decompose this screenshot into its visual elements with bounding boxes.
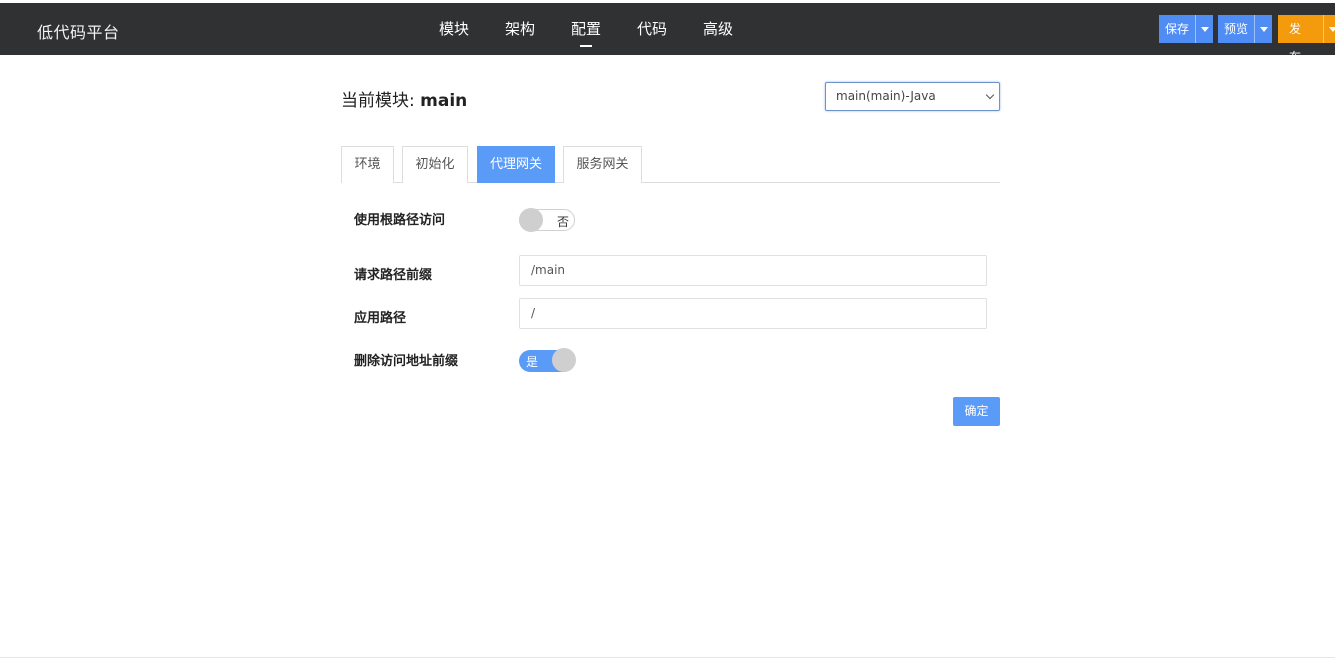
page-title: 当前模块: main: [341, 86, 467, 111]
preview-button-group: 预览: [1218, 15, 1273, 43]
toggle-text: 是: [526, 355, 539, 369]
request-path-prefix-input[interactable]: /main: [519, 255, 987, 286]
main-nav: 模块 架构 配置 代码 高级: [421, 0, 751, 55]
save-dropdown-caret-icon[interactable]: [1195, 15, 1213, 43]
request-path-prefix-label: 请求路径前缀: [354, 268, 433, 283]
toggle-knob: [519, 208, 543, 232]
tab-proxy-gateway[interactable]: 代理网关: [477, 146, 555, 183]
save-button-group: 保存: [1159, 15, 1214, 43]
chevron-down-icon: [985, 90, 995, 100]
nav-item-advanced[interactable]: 高级: [685, 0, 751, 55]
use-root-path-toggle[interactable]: 否: [519, 208, 575, 232]
bottom-divider: [0, 657, 1335, 658]
strip-prefix-toggle[interactable]: 是: [519, 348, 576, 372]
toggle-text: 否: [556, 215, 569, 229]
app-path-input[interactable]: /: [519, 298, 987, 329]
tab-service-gateway[interactable]: 服务网关: [563, 146, 642, 183]
confirm-button[interactable]: 确定: [953, 397, 1000, 426]
preview-dropdown-caret-icon[interactable]: [1254, 15, 1272, 43]
page-title-prefix: 当前模块:: [341, 91, 415, 111]
tab-initialization[interactable]: 初始化: [402, 146, 468, 183]
tab-environment[interactable]: 环境: [341, 146, 394, 183]
preview-button[interactable]: 预览: [1218, 15, 1254, 43]
publish-button-group: 发布: [1278, 15, 1335, 64]
save-button[interactable]: 保存: [1159, 15, 1195, 43]
publish-button[interactable]: 发布: [1278, 15, 1323, 64]
strip-prefix-label: 删除访问地址前缀: [354, 354, 459, 369]
nav-item-code[interactable]: 代码: [619, 0, 685, 55]
app-path-label: 应用路径: [354, 311, 407, 326]
top-navbar: 低代码平台 模块 架构 配置 代码 高级 保存 预览 发布: [0, 0, 1335, 64]
app-brand[interactable]: 低代码平台: [37, 19, 120, 43]
use-root-path-label: 使用根路径访问: [354, 213, 446, 228]
toggle-knob: [552, 348, 576, 372]
module-select-value: main(main)-Java: [836, 89, 936, 103]
module-select[interactable]: main(main)-Java: [825, 82, 1000, 111]
page-title-module-name: main: [420, 91, 468, 111]
config-tabs: 环境 初始化 代理网关 服务网关: [341, 146, 1000, 183]
nav-item-module[interactable]: 模块: [421, 0, 487, 55]
nav-item-architecture[interactable]: 架构: [487, 0, 553, 55]
publish-dropdown-caret-icon[interactable]: [1322, 15, 1335, 43]
nav-item-config[interactable]: 配置: [553, 0, 619, 55]
